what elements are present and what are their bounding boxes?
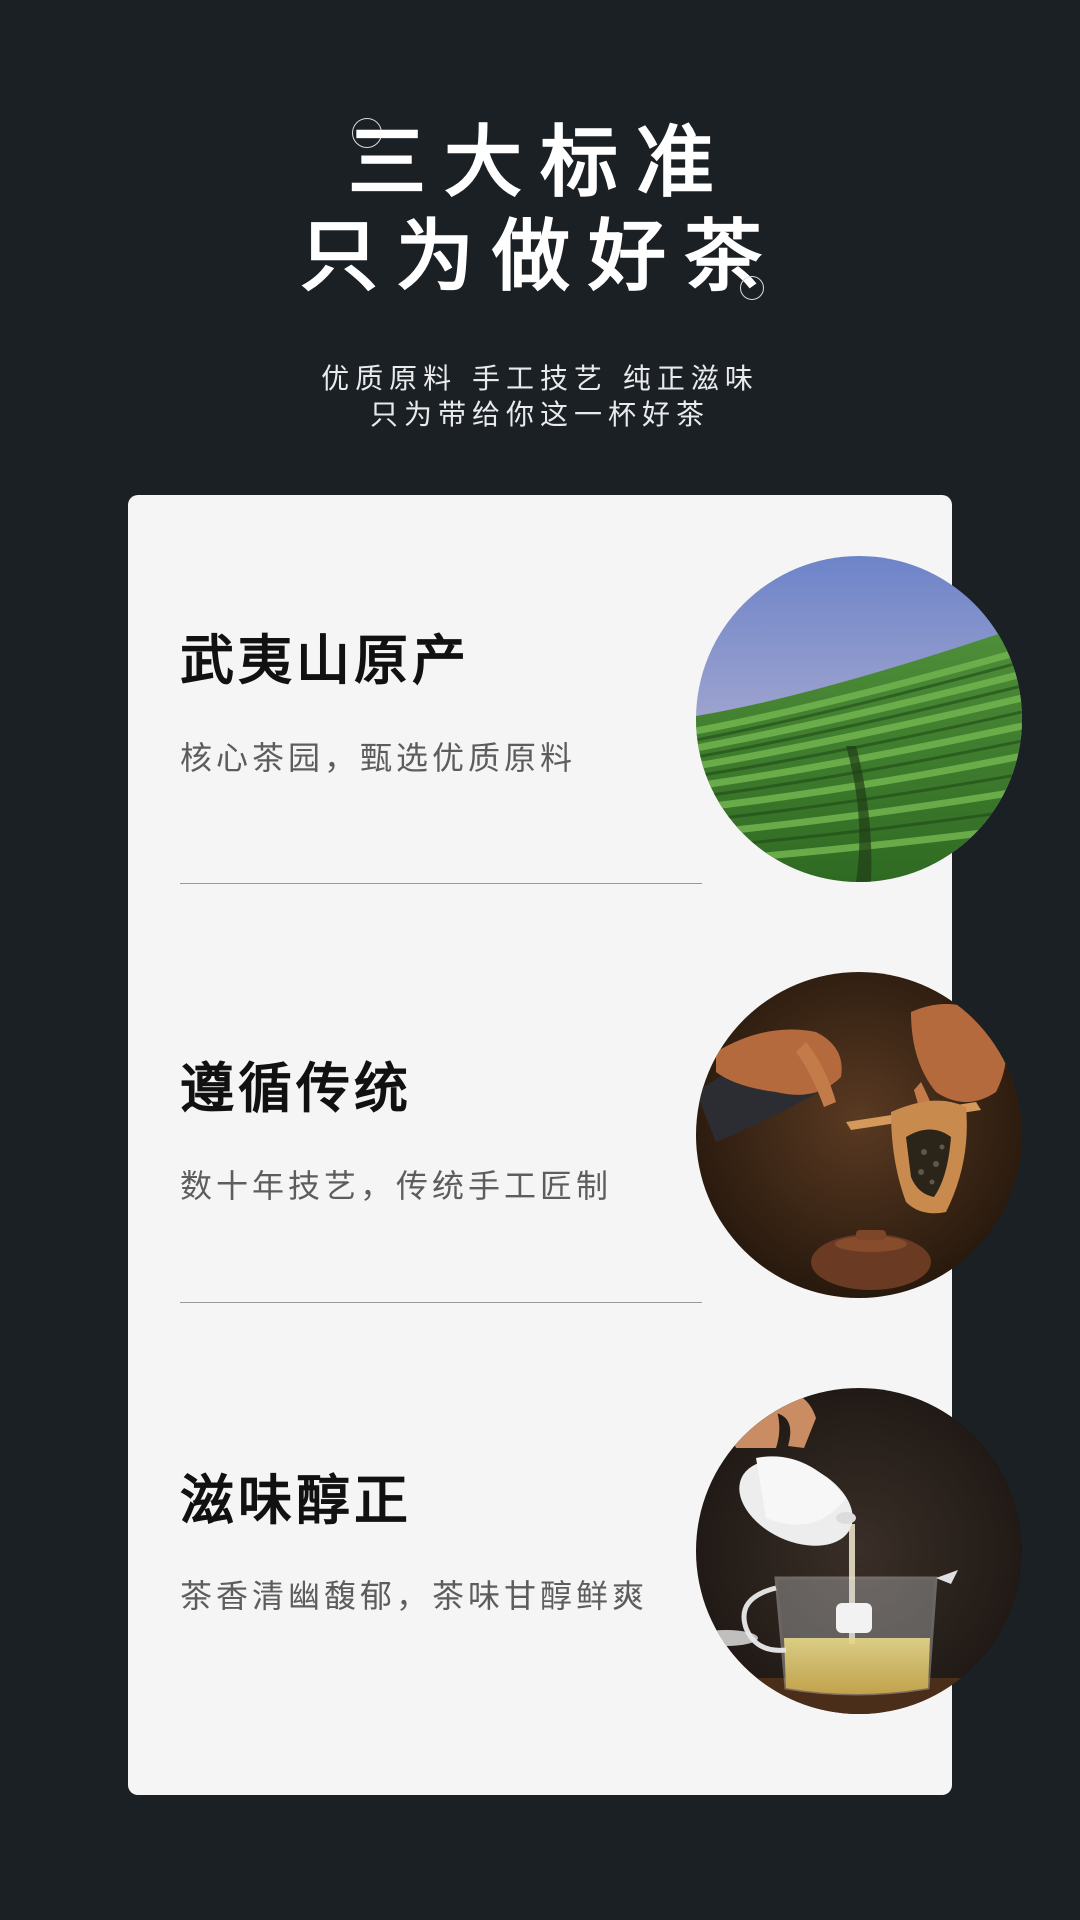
feature-description: 茶香清幽馥郁，茶味甘醇鲜爽 bbox=[180, 1577, 649, 1615]
tea-crafting-hands-photo bbox=[696, 972, 1022, 1298]
subtitle-line2: 只为带给你这一杯好茶 bbox=[369, 398, 710, 431]
feature-description: 核心茶园，甄选优质原料 bbox=[180, 739, 577, 777]
tea-pouring-photo bbox=[696, 1388, 1022, 1714]
subtitle-line1: 优质原料 手工技艺 纯正滋味 bbox=[321, 362, 759, 395]
feature-title: 滋味醇正 bbox=[180, 1468, 412, 1532]
feature-title: 武夷山原产 bbox=[180, 628, 470, 692]
feature-title: 遵循传统 bbox=[180, 1056, 412, 1120]
divider bbox=[180, 883, 702, 884]
decorative-circle-icon bbox=[740, 276, 764, 300]
page-title-line2: 只为做好茶 bbox=[299, 211, 780, 302]
header: 三大标准 只为做好茶 优质原料 手工技艺 纯正滋味 只为带给你这一杯好茶 bbox=[0, 0, 1080, 470]
feature-description: 数十年技艺，传统手工匠制 bbox=[180, 1167, 613, 1205]
tea-plantation-photo bbox=[696, 556, 1022, 882]
divider bbox=[180, 1302, 702, 1303]
page-title-line1: 三大标准 bbox=[347, 117, 732, 208]
